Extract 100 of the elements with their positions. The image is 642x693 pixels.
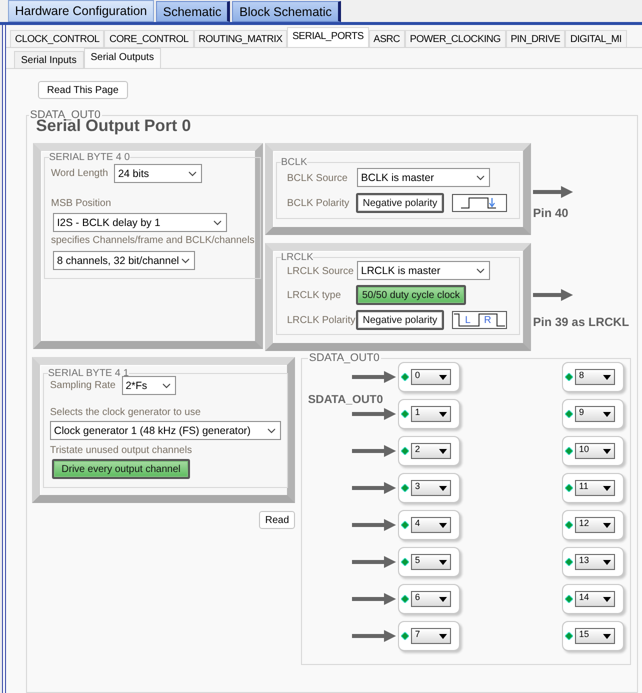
read-button[interactable]: Read — [259, 511, 295, 529]
chevron-icon — [181, 258, 190, 264]
section-tab[interactable]: CORE_CONTROL — [104, 30, 194, 47]
clock-generator-dropdown[interactable]: Clock generator 1 (48 kHz (FS) generator) — [50, 421, 281, 440]
caret-icon — [603, 560, 611, 564]
connector-icon — [401, 558, 409, 566]
right-arrow-icon — [352, 630, 396, 642]
field-group-title: LRCLK — [281, 252, 314, 263]
pulse-waveform-icon — [452, 194, 507, 212]
caret-icon — [439, 448, 447, 454]
connector-icon — [401, 632, 409, 640]
slot-dropdown[interactable]: 1 — [411, 406, 451, 422]
slot-dropdown[interactable]: 5 — [411, 554, 451, 570]
caret-icon — [603, 634, 611, 638]
connector-icon — [401, 520, 409, 528]
channel-letter: L — [465, 315, 471, 326]
connector-icon — [401, 484, 409, 492]
connector-icon — [565, 372, 573, 380]
right-arrow-icon — [533, 186, 573, 198]
slot-dropdown[interactable]: 7 — [411, 628, 451, 644]
toggle-button[interactable]: Negative polarity — [356, 310, 444, 330]
slot-dropdown[interactable]: 9 — [575, 406, 615, 422]
top-tab[interactable]: Schematic — [156, 1, 230, 22]
caret-icon — [603, 374, 611, 380]
sub-tab[interactable]: Serial Outputs — [84, 48, 161, 68]
right-arrow-icon — [352, 482, 396, 494]
routing-title: SDATA_OUT0 — [308, 352, 380, 364]
channels-dropdown[interactable]: 8 channels, 32 bit/channel — [53, 251, 195, 270]
chevron-icon — [476, 174, 485, 180]
connector-icon — [565, 632, 573, 640]
slot-dropdown[interactable]: 11 — [575, 480, 615, 496]
field-label: Sampling Rate — [50, 380, 116, 391]
field-label: LRCLK type — [287, 290, 341, 301]
right-arrow-icon — [352, 592, 396, 604]
top-tab[interactable]: Block Schematic — [232, 1, 341, 22]
connector-icon — [565, 558, 573, 566]
connector-icon — [401, 446, 409, 454]
field-label: BCLK Polarity — [287, 198, 350, 209]
connector-icon — [565, 594, 573, 602]
connector-icon — [565, 484, 573, 492]
field-label: LRCLK Source — [287, 266, 354, 276]
connector-icon — [401, 594, 409, 602]
caret-icon — [439, 412, 447, 416]
caret-icon — [439, 560, 447, 564]
sampling-rate-dropdown[interactable]: 2*Fs — [122, 376, 176, 395]
source-dropdown[interactable]: BCLK is master — [357, 168, 490, 187]
field-group-title: BCLK — [281, 157, 308, 168]
toggle-button[interactable]: Negative polarity — [356, 193, 444, 213]
field-label: BCLK Source — [287, 172, 348, 184]
slot-dropdown[interactable]: 13 — [575, 554, 615, 570]
section-tab[interactable]: SERIAL_PORTS — [287, 27, 369, 47]
caret-icon — [439, 374, 447, 380]
caret-icon — [603, 448, 611, 454]
field-group-title: SERIAL BYTE 4 0 — [49, 152, 130, 163]
slot-dropdown[interactable]: 2 — [411, 442, 451, 458]
chevron-icon — [213, 220, 222, 226]
slot-dropdown[interactable]: 4 — [411, 516, 451, 532]
caret-icon — [439, 486, 447, 490]
caret-icon — [603, 486, 611, 490]
right-arrow-icon — [352, 444, 396, 456]
section-tab[interactable]: PIN_DRIVE — [506, 30, 566, 47]
caret-icon — [603, 522, 611, 528]
slot-dropdown[interactable]: 14 — [575, 590, 615, 606]
slot-dropdown[interactable]: 12 — [575, 516, 615, 532]
sub-tab[interactable]: Serial Inputs — [14, 51, 84, 68]
section-tab[interactable]: CLOCK_CONTROL — [10, 30, 104, 47]
toggle-button[interactable]: Drive every output channel — [52, 459, 190, 479]
read-page-button[interactable]: Read This Page — [38, 81, 128, 99]
connector-icon — [565, 410, 573, 418]
top-tab[interactable]: Hardware Configuration — [8, 0, 154, 22]
caret-icon — [439, 596, 447, 602]
toggle-button[interactable]: 50/50 duty cycle clock — [356, 285, 466, 305]
field-group-title: SERIAL BYTE 4 1 — [48, 368, 129, 379]
caret-icon — [439, 522, 447, 528]
right-arrow-icon — [533, 289, 573, 301]
slot-dropdown[interactable]: 0 — [411, 368, 451, 384]
chevron-icon — [188, 170, 198, 176]
section-tab[interactable]: ASRC — [368, 30, 405, 47]
slot-dropdown[interactable]: 15 — [575, 628, 615, 644]
section-tab[interactable]: POWER_CLOCKING — [404, 30, 506, 47]
slot-dropdown[interactable]: 3 — [411, 480, 451, 496]
source-dropdown[interactable]: LRCLK is master — [357, 261, 490, 280]
right-arrow-icon — [352, 408, 396, 420]
msb-dropdown[interactable]: I2S - BCLK delay by 1 — [53, 213, 227, 232]
connector-icon — [401, 410, 409, 418]
section-tab[interactable]: DIGITAL_MI — [565, 30, 627, 47]
slot-dropdown[interactable]: 10 — [575, 442, 615, 458]
right-arrow-icon — [352, 518, 396, 530]
slot-dropdown[interactable]: 6 — [411, 590, 451, 606]
field-label: MSB Position — [51, 198, 112, 209]
word-length-dropdown[interactable]: 24 bits — [114, 164, 202, 183]
slot-dropdown[interactable]: 8 — [575, 368, 615, 384]
caret-icon — [603, 412, 611, 416]
right-arrow-icon — [352, 370, 396, 382]
section-tab[interactable]: ROUTING_MATRIX — [194, 30, 288, 47]
field-label: Word Length — [51, 168, 108, 179]
caret-icon — [603, 596, 611, 602]
pin-label: Pin 40 — [533, 206, 570, 220]
chevron-icon — [162, 382, 171, 388]
output-label: SDATA_OUT0 — [308, 394, 383, 406]
